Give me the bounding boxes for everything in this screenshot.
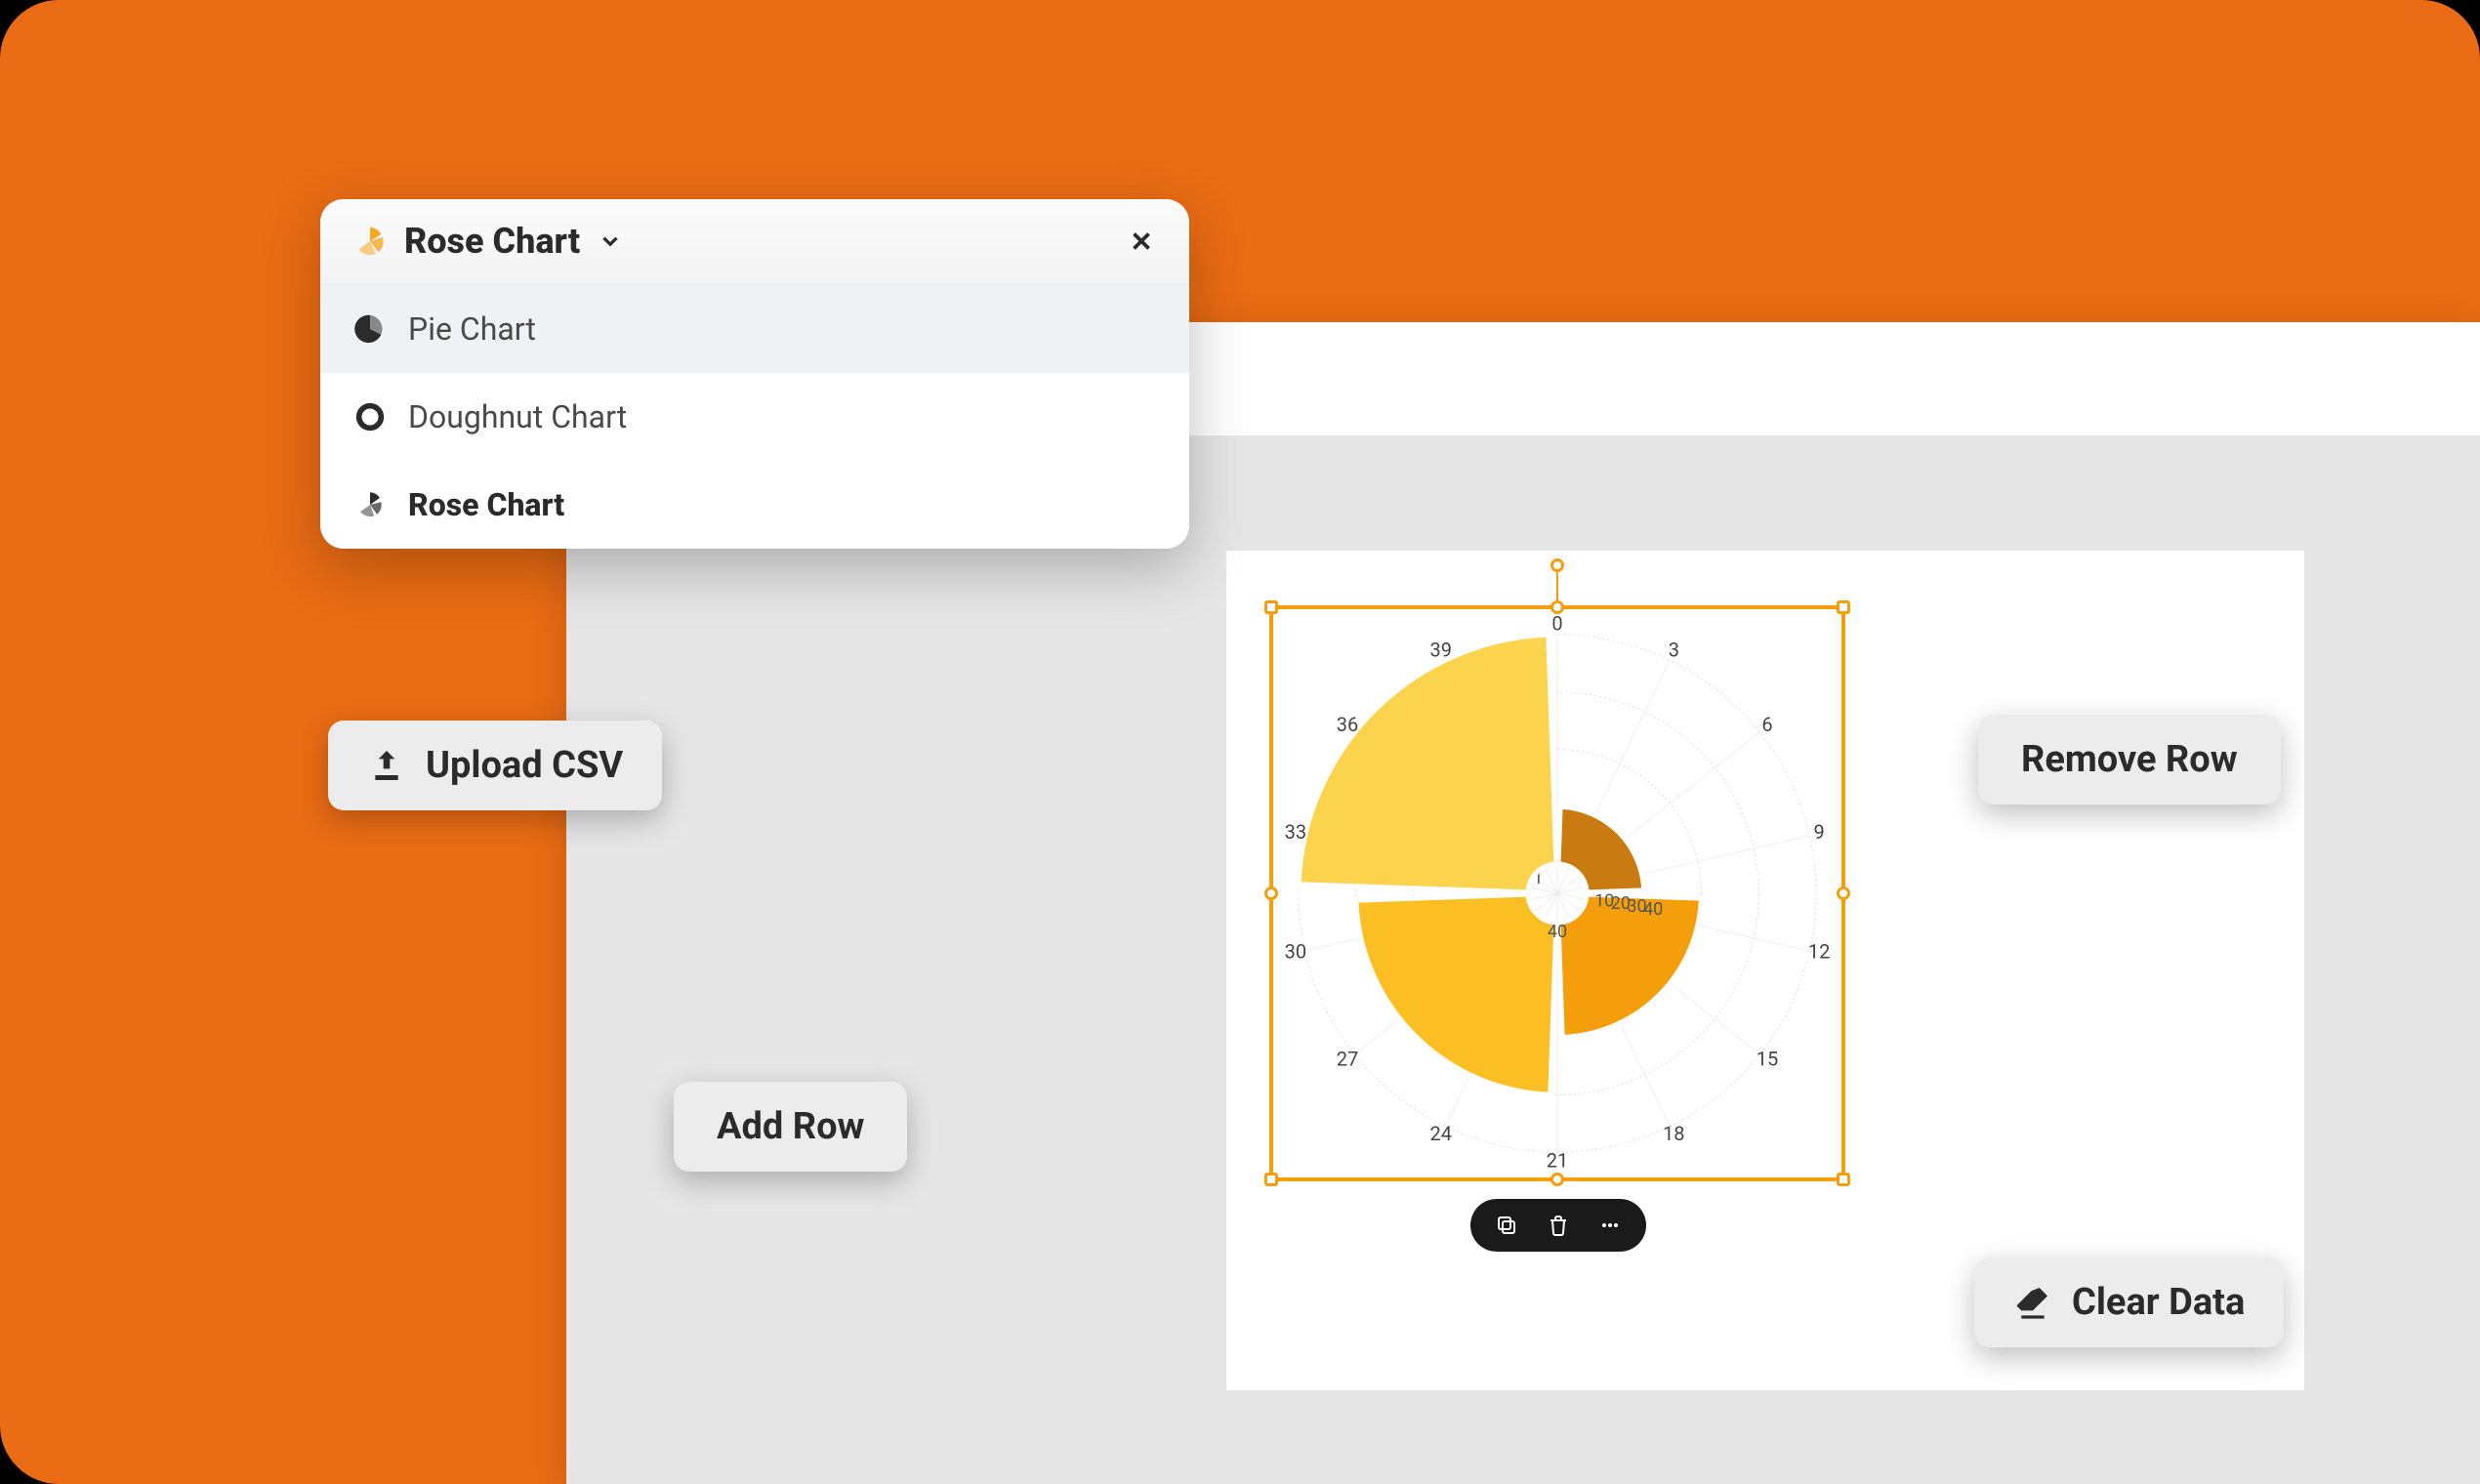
context-toolbar	[1470, 1199, 1646, 1252]
add-row-button[interactable]: Add Row	[674, 1082, 907, 1172]
resize-handle-tr[interactable]	[1837, 600, 1850, 614]
dropdown-item-label: Pie Chart	[408, 310, 536, 348]
dropdown-header[interactable]: Rose Chart	[320, 199, 1189, 285]
remove-row-button[interactable]: Remove Row	[1978, 715, 2281, 804]
resize-handle-b[interactable]	[1550, 1173, 1564, 1186]
add-row-label: Add Row	[717, 1105, 864, 1148]
upload-csv-button[interactable]: Upload CSV	[328, 721, 662, 810]
dropdown-title: Rose Chart	[404, 221, 580, 262]
dropdown-item-rose[interactable]: Rose Chart	[320, 461, 1189, 549]
resize-handle-br[interactable]	[1837, 1173, 1850, 1186]
remove-row-label: Remove Row	[2021, 738, 2238, 781]
dropdown-item-label: Doughnut Chart	[408, 398, 627, 435]
hero-stage: Item 1Item 31020304040036912151821242730…	[0, 0, 2480, 1484]
rose-icon	[353, 225, 387, 258]
resize-handle-t[interactable]	[1550, 600, 1564, 614]
rotate-handle[interactable]	[1550, 558, 1564, 572]
clear-data-button[interactable]: Clear Data	[1974, 1257, 2284, 1347]
pie-icon	[353, 312, 387, 346]
eraser-icon	[2013, 1283, 2052, 1322]
more-button[interactable]	[1591, 1206, 1630, 1245]
upload-csv-label: Upload CSV	[426, 744, 623, 787]
trash-icon	[1547, 1214, 1570, 1237]
more-icon	[1598, 1214, 1622, 1237]
rotate-line	[1556, 568, 1558, 601]
upload-icon	[367, 746, 406, 785]
resize-handle-bl[interactable]	[1264, 1173, 1278, 1186]
rose-icon	[353, 488, 387, 521]
copy-button[interactable]	[1487, 1206, 1526, 1245]
chart-type-dropdown: Rose Chart Pie Chart Doughnut Chart Rose…	[320, 199, 1189, 549]
resize-handle-tl[interactable]	[1264, 600, 1278, 614]
selection-frame	[1269, 605, 1845, 1181]
resize-handle-l[interactable]	[1264, 886, 1278, 900]
clear-data-label: Clear Data	[2072, 1281, 2245, 1324]
copy-icon	[1495, 1214, 1518, 1237]
chevron-down-icon	[598, 228, 623, 254]
dropdown-item-doughnut[interactable]: Doughnut Chart	[320, 373, 1189, 461]
doughnut-icon	[353, 400, 387, 433]
close-icon[interactable]	[1127, 227, 1156, 256]
resize-handle-r[interactable]	[1837, 886, 1850, 900]
delete-button[interactable]	[1539, 1206, 1578, 1245]
dropdown-item-pie[interactable]: Pie Chart	[320, 285, 1189, 373]
dropdown-item-label: Rose Chart	[408, 486, 564, 523]
